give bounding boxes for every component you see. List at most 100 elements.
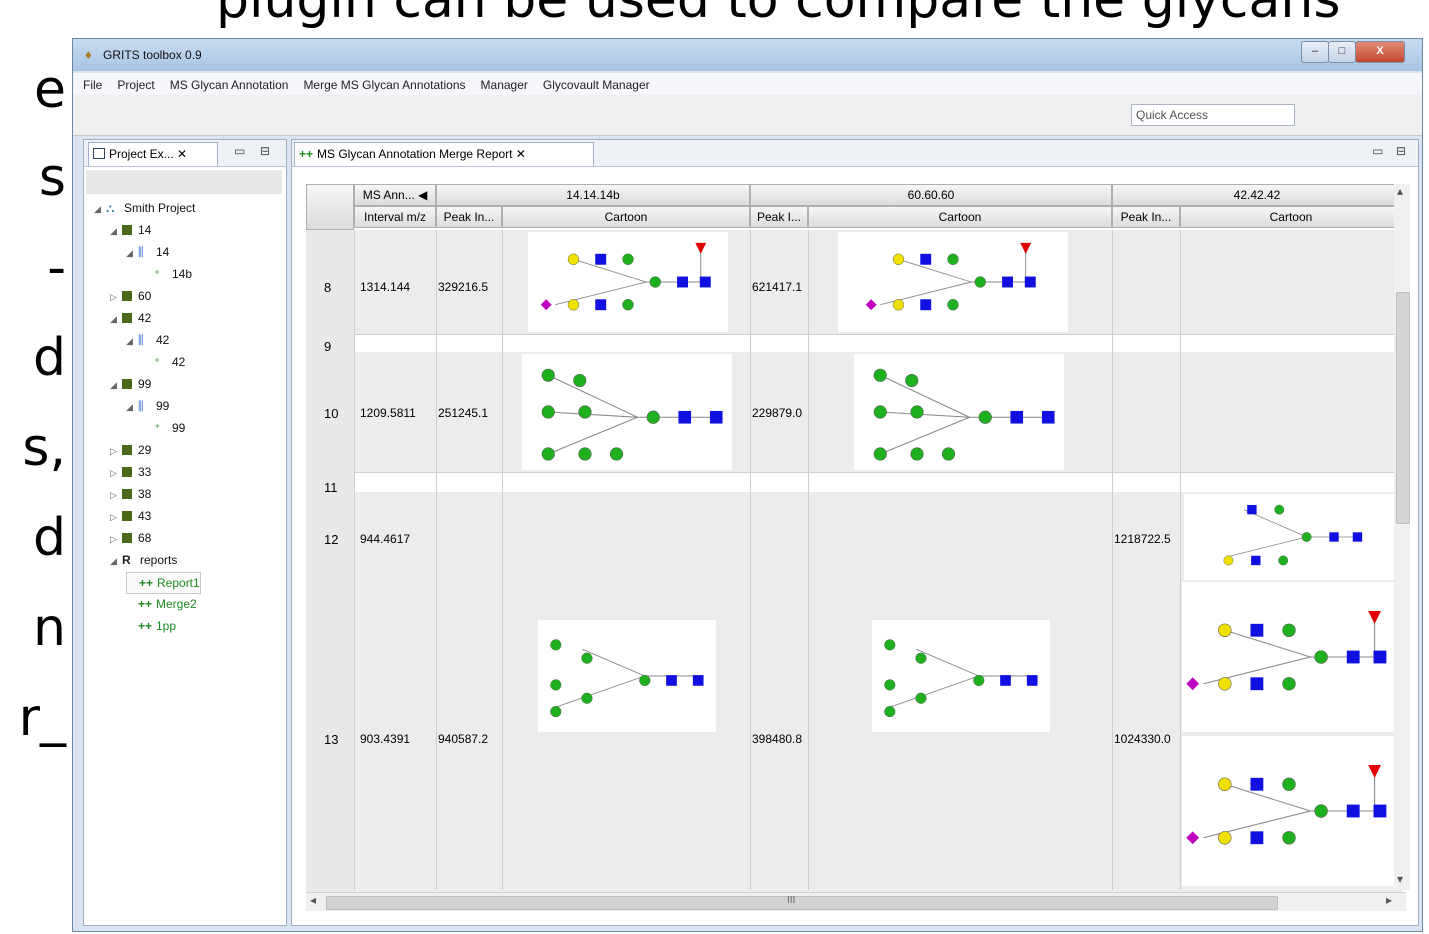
glycan-cartoon: [838, 232, 1068, 332]
maximize-button[interactable]: □: [1328, 41, 1356, 63]
horizontal-scroll-thumb[interactable]: III: [326, 895, 1278, 910]
tree-item-60[interactable]: ▷ 60: [110, 286, 151, 306]
window-title: GRITS toolbox 0.9: [103, 48, 202, 62]
tree-expand-arrow[interactable]: ▷: [110, 529, 122, 549]
tree-expand-arrow[interactable]: ◢: [94, 199, 106, 219]
tab-merge-report-label: MS Glycan Annotation Merge Report ✕: [317, 147, 526, 161]
slide-side-fragment: r_: [18, 688, 66, 748]
tab-merge-report[interactable]: ++ MS Glycan Annotation Merge Report ✕: [294, 142, 594, 166]
maximize-view-button[interactable]: ⊟: [260, 144, 270, 158]
title-bar[interactable]: ♦ GRITS toolbox 0.9 – □ X: [73, 39, 1422, 71]
vertical-scrollbar[interactable]: ▴ ▾: [1394, 184, 1410, 890]
minimize-editor-button[interactable]: ▭: [1372, 144, 1383, 158]
tree-item-label: 1pp: [156, 619, 177, 633]
column-group-header[interactable]: 42.42.42: [1112, 184, 1402, 206]
tree-expand-arrow[interactable]: ◢: [126, 243, 138, 263]
tree-expand-arrow[interactable]: ◢: [110, 221, 122, 241]
column-header[interactable]: Peak I...: [750, 206, 808, 228]
column-group-header[interactable]: 60.60.60: [750, 184, 1112, 206]
row-number: 8: [324, 280, 332, 295]
merge-icon: ++: [139, 576, 154, 590]
quick-access-input[interactable]: Quick Access: [1131, 104, 1295, 126]
peak-intensity-60: 229879.0: [752, 406, 803, 420]
tree-item-label: reports: [140, 553, 178, 567]
tree-item-42[interactable]: ⁺ 42: [142, 352, 185, 372]
column-header[interactable]: Cartoon: [502, 206, 750, 228]
column-group-header[interactable]: MS Ann... ◀: [354, 184, 436, 206]
sample-icon: [122, 489, 132, 499]
tree-item-29[interactable]: ▷ 29: [110, 440, 151, 460]
row-number: 13: [324, 732, 339, 747]
report-table: MS Ann... ◀ 14.14.14b 60.60.60 42.42.42 Inte…: [306, 184, 1406, 904]
minimize-button[interactable]: –: [1301, 41, 1329, 63]
maximize-editor-button[interactable]: ⊟: [1396, 144, 1406, 158]
tree-expand-arrow[interactable]: ▷: [110, 485, 122, 505]
menu-item-manager[interactable]: Manager: [471, 73, 533, 92]
scroll-left-arrow[interactable]: ◂: [310, 893, 316, 907]
menu-item-ms-glycan-annotation[interactable]: MS Glycan Annotation: [160, 73, 294, 92]
tree-item-1pp[interactable]: ++ 1pp: [126, 616, 176, 636]
tree-expand-arrow[interactable]: ◢: [126, 331, 138, 351]
minimize-view-button[interactable]: ▭: [234, 144, 245, 158]
menu-item-merge-ms-glycan-annotations[interactable]: Merge MS Glycan Annotations: [293, 73, 470, 92]
column-divider: [1180, 230, 1181, 890]
column-header[interactable]: Interval m/z: [354, 206, 436, 228]
peak-intensity-42: 1218722.5: [1114, 532, 1171, 546]
tree-item-38[interactable]: ▷ 38: [110, 484, 151, 504]
vertical-scroll-thumb[interactable]: [1396, 292, 1410, 524]
tree-item-42[interactable]: ◢ 42: [110, 308, 151, 328]
column-header[interactable]: Peak In...: [436, 206, 502, 228]
tree-item-report1[interactable]: ++ Report1: [126, 572, 201, 594]
scroll-right-arrow[interactable]: ▸: [1386, 893, 1392, 907]
tree-item-43[interactable]: ▷ 43: [110, 506, 151, 526]
menu-item-project[interactable]: Project: [107, 73, 159, 92]
tree-expand-arrow[interactable]: ▷: [110, 463, 122, 483]
tree-item-33[interactable]: ▷ 33: [110, 462, 151, 482]
tree-item-reports[interactable]: ◢ Rreports: [110, 550, 177, 570]
tree-item-label: 42: [156, 333, 170, 347]
tab-project-explorer[interactable]: Project Ex... ✕: [88, 142, 218, 166]
menu-item-glycovault-manager[interactable]: Glycovault Manager: [533, 73, 655, 92]
tab-project-explorer-label: Project Ex... ✕: [109, 147, 188, 161]
column-divider: [1112, 230, 1113, 890]
tree-item-68[interactable]: ▷ 68: [110, 528, 151, 548]
column-header[interactable]: Peak In...: [1112, 206, 1180, 228]
glycan-structure-icon: [1186, 764, 1387, 845]
tree-item-42[interactable]: ◢ ⫼ 42: [126, 330, 169, 350]
interval-mz-value: 903.4391: [360, 732, 411, 746]
tree-expand-arrow[interactable]: ◢: [110, 375, 122, 395]
menu-bar: File Project MS Glycan Annotation Merge MS …: [73, 73, 1422, 95]
tree-expand-arrow[interactable]: ▷: [110, 441, 122, 461]
column-header[interactable]: Cartoon: [1180, 206, 1402, 228]
tree-expand-arrow[interactable]: ▷: [110, 507, 122, 527]
tree-item-smith project[interactable]: ◢ ⛬ Smith Project: [94, 198, 195, 218]
tree-item-99[interactable]: ◢ ⫼ 99: [126, 396, 169, 416]
horizontal-scrollbar[interactable]: III ◂ ▸: [306, 892, 1406, 911]
tree-expand-arrow[interactable]: ◢: [126, 397, 138, 417]
annotation-icon: ⁺: [154, 267, 161, 281]
slide-side-fragment: e: [34, 60, 66, 120]
sample-icon: [122, 225, 132, 235]
tree-item-14[interactable]: ◢ ⫼ 14: [126, 242, 169, 262]
tree-expand-arrow[interactable]: ▷: [110, 287, 122, 307]
tree-item-14[interactable]: ◢ 14: [110, 220, 151, 240]
tree-item-99[interactable]: ⁺ 99: [142, 418, 185, 438]
slide-side-fragment: d: [32, 328, 66, 388]
glycan-structure-icon: [884, 639, 1038, 718]
app-window: ♦ GRITS toolbox 0.9 – □ X File Project MS …: [72, 38, 1423, 932]
scroll-grip: III: [787, 895, 796, 906]
explorer-icon: [93, 148, 105, 159]
row-number: 12: [324, 532, 339, 547]
scroll-down-arrow[interactable]: ▾: [1397, 872, 1403, 886]
close-button[interactable]: X: [1355, 41, 1405, 63]
tree-expand-arrow[interactable]: ◢: [110, 309, 122, 329]
tree-item-99[interactable]: ◢ 99: [110, 374, 151, 394]
scroll-up-arrow[interactable]: ▴: [1397, 184, 1403, 198]
tree-expand-arrow[interactable]: ◢: [110, 551, 122, 571]
tree-item-merge2[interactable]: ++ Merge2: [126, 594, 197, 614]
column-group-header[interactable]: 14.14.14b: [436, 184, 750, 206]
tree-item-14b[interactable]: ⁺ 14b: [142, 264, 192, 284]
menu-item-file[interactable]: File: [73, 73, 107, 92]
column-header[interactable]: Cartoon: [808, 206, 1112, 228]
slide-side-fragment: s: [38, 148, 66, 208]
